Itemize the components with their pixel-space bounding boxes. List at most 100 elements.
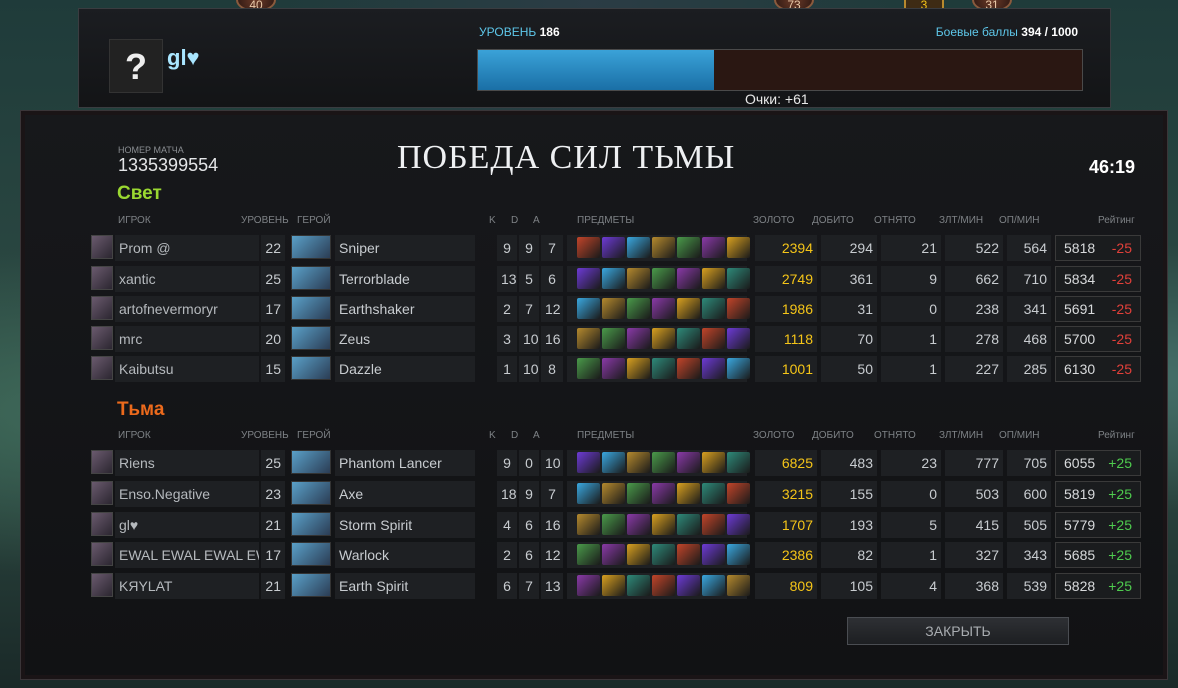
item-icon[interactable] (727, 358, 750, 379)
player-row[interactable]: gl♥ 21 Storm Spirit 4 6 16 1707 193 5 415 505 5779 +… (89, 512, 1141, 538)
item-icon[interactable] (727, 237, 750, 258)
player-name[interactable]: artofnevermoryr (115, 296, 259, 322)
player-row[interactable]: EWAL EWAL EWAL EWAL17Warlock261223868213… (89, 542, 1141, 568)
player-avatar[interactable] (91, 512, 113, 536)
hero-name[interactable]: Earthshaker (335, 296, 475, 322)
player-avatar[interactable] (91, 356, 113, 380)
player-row[interactable]: KЯYLAT 21 Earth Spirit 6 7 13 809 105 4 368 539 582… (89, 573, 1141, 599)
item-icon[interactable] (727, 575, 750, 596)
item-icon[interactable] (652, 575, 675, 596)
item-icon[interactable] (702, 452, 725, 473)
item-icon[interactable] (627, 575, 650, 596)
hero-name[interactable]: Warlock (335, 542, 475, 568)
hero-name[interactable]: Phantom Lancer (335, 450, 475, 476)
item-icon[interactable] (577, 268, 600, 289)
item-icon[interactable] (727, 544, 750, 565)
item-icon[interactable] (702, 358, 725, 379)
player-row[interactable]: Prom @22 Sniper 9 9 7 2394 294 21 522 564 5818 -25 (89, 235, 1141, 261)
item-icon[interactable] (677, 358, 700, 379)
item-icon[interactable] (702, 483, 725, 504)
item-icon[interactable] (602, 483, 625, 504)
item-icon[interactable] (652, 452, 675, 473)
player-name[interactable]: KЯYLAT (115, 573, 259, 599)
item-icon[interactable] (677, 575, 700, 596)
item-icon[interactable] (577, 358, 600, 379)
player-avatar[interactable] (91, 296, 113, 320)
item-icon[interactable] (627, 544, 650, 565)
item-icon[interactable] (627, 237, 650, 258)
item-icon[interactable] (602, 358, 625, 379)
item-icon[interactable] (702, 544, 725, 565)
hero-portrait[interactable] (291, 266, 331, 290)
item-icon[interactable] (577, 328, 600, 349)
item-icon[interactable] (602, 544, 625, 565)
hero-name[interactable]: Zeus (335, 326, 475, 352)
item-icon[interactable] (577, 298, 600, 319)
player-name[interactable]: Riens (115, 450, 259, 476)
player-row[interactable]: Kaibutsu 15 Dazzle 1 10 8 1001 50 1 227 285 6130 -25 (89, 356, 1141, 382)
item-icon[interactable] (577, 575, 600, 596)
hero-portrait[interactable] (291, 326, 331, 350)
item-icon[interactable] (577, 452, 600, 473)
player-row[interactable]: Riens 25 Phantom Lancer 9 0 10 6825 483 23 777 705… (89, 450, 1141, 476)
player-avatar[interactable] (91, 326, 113, 350)
item-icon[interactable] (602, 328, 625, 349)
item-icon[interactable] (627, 358, 650, 379)
hero-portrait[interactable] (291, 573, 331, 597)
player-name[interactable]: Enso.Negative (115, 481, 259, 507)
hero-portrait[interactable] (291, 481, 331, 505)
item-icon[interactable] (727, 483, 750, 504)
player-row[interactable]: Enso.Negative 23 Axe 18 9 7 3215 155 0 503 600 5819… (89, 481, 1141, 507)
item-icon[interactable] (727, 514, 750, 535)
item-icon[interactable] (627, 298, 650, 319)
item-icon[interactable] (652, 298, 675, 319)
item-icon[interactable] (577, 514, 600, 535)
item-icon[interactable] (652, 328, 675, 349)
hero-portrait[interactable] (291, 296, 331, 320)
item-icon[interactable] (652, 358, 675, 379)
item-icon[interactable] (652, 268, 675, 289)
item-icon[interactable] (727, 452, 750, 473)
item-icon[interactable] (627, 268, 650, 289)
hero-portrait[interactable] (291, 512, 331, 536)
item-icon[interactable] (652, 544, 675, 565)
player-avatar[interactable] (91, 481, 113, 505)
item-icon[interactable] (677, 452, 700, 473)
item-icon[interactable] (702, 237, 725, 258)
item-icon[interactable] (702, 328, 725, 349)
item-icon[interactable] (602, 514, 625, 535)
profile-avatar[interactable]: ? (109, 39, 163, 93)
close-button[interactable]: ЗАКРЫТЬ (847, 617, 1069, 645)
item-icon[interactable] (627, 452, 650, 473)
hero-name[interactable]: Earth Spirit (335, 573, 475, 599)
hero-portrait[interactable] (291, 450, 331, 474)
player-row[interactable]: artofnevermoryr 17 Earthshaker 2 7 12 1986 31 0 2… (89, 296, 1141, 322)
item-icon[interactable] (727, 298, 750, 319)
player-row[interactable]: mrc 20 Zeus 3 10 16 1118 70 1 278 468 5700 -25 (89, 326, 1141, 352)
item-icon[interactable] (677, 514, 700, 535)
item-icon[interactable] (652, 237, 675, 258)
item-icon[interactable] (677, 328, 700, 349)
item-icon[interactable] (602, 298, 625, 319)
item-icon[interactable] (727, 268, 750, 289)
item-icon[interactable] (627, 483, 650, 504)
hero-portrait[interactable] (291, 356, 331, 380)
item-icon[interactable] (652, 514, 675, 535)
item-icon[interactable] (702, 268, 725, 289)
item-icon[interactable] (677, 268, 700, 289)
player-name[interactable]: Kaibutsu (115, 356, 259, 382)
item-icon[interactable] (702, 298, 725, 319)
player-avatar[interactable] (91, 450, 113, 474)
item-icon[interactable] (602, 575, 625, 596)
item-icon[interactable] (602, 268, 625, 289)
item-icon[interactable] (627, 514, 650, 535)
hero-portrait[interactable] (291, 542, 331, 566)
item-icon[interactable] (702, 514, 725, 535)
item-icon[interactable] (727, 328, 750, 349)
player-name[interactable]: EWAL EWAL EWAL EWAL (115, 542, 259, 568)
item-icon[interactable] (652, 483, 675, 504)
hero-name[interactable]: Dazzle (335, 356, 475, 382)
player-name[interactable]: mrc (115, 326, 259, 352)
player-avatar[interactable] (91, 266, 113, 290)
item-icon[interactable] (602, 452, 625, 473)
